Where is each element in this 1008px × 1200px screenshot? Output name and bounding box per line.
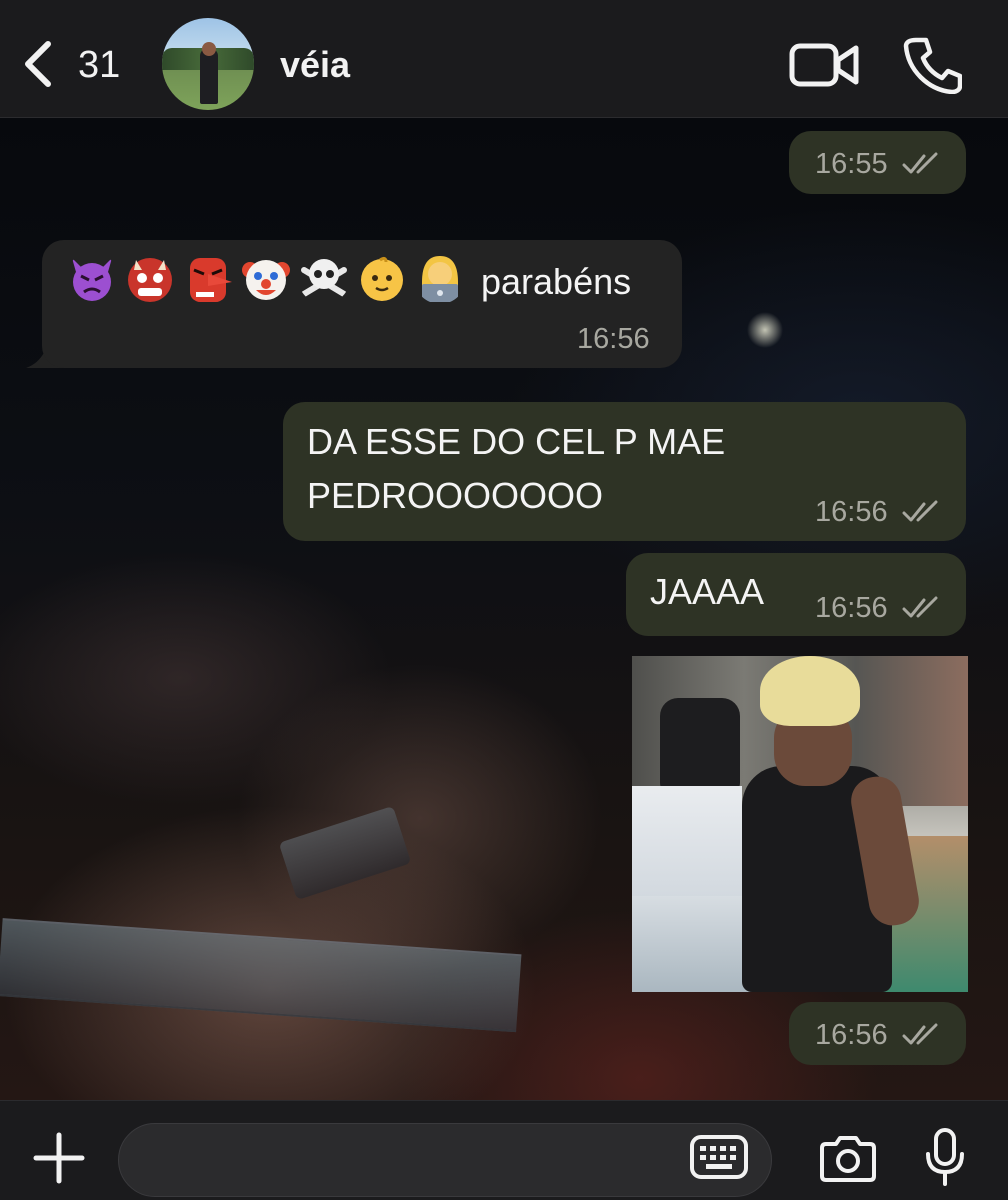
ogre-emoji-icon [128, 258, 172, 302]
baby-emoji-icon [361, 256, 403, 301]
clown-emoji-icon [242, 260, 290, 300]
message-text: JAAAA [650, 571, 765, 612]
emoji-row [66, 252, 466, 304]
read-receipt-icon [902, 596, 938, 618]
message-time: 16:56 [815, 1019, 888, 1051]
woman-technologist-emoji-icon [422, 256, 458, 302]
microphone-icon [926, 1128, 964, 1186]
message-input[interactable] [143, 1138, 683, 1184]
wallpaper-cuff-shape [278, 805, 412, 901]
camera-icon [820, 1136, 876, 1182]
goblin-emoji-icon [190, 258, 232, 302]
message-time: 16:55 [815, 148, 888, 180]
message-time: 16:56 [577, 323, 650, 355]
message-time: 16:56 [815, 592, 888, 624]
keyboard-toggle-button[interactable] [690, 1135, 748, 1179]
message-text-line-2: PEDROOOOOOO [307, 475, 604, 516]
back-button[interactable] [18, 38, 62, 90]
message-time: 16:56 [815, 496, 888, 528]
message-image[interactable] [632, 656, 968, 992]
message-text: parabéns [481, 261, 632, 302]
video-call-icon [789, 43, 859, 87]
avatar[interactable] [162, 18, 254, 110]
keyboard-icon [690, 1135, 748, 1179]
angry-devil-emoji-icon [72, 258, 112, 301]
plus-icon [33, 1132, 85, 1184]
chat-header: 31 véia [0, 0, 1008, 118]
wallpaper-belt-shape [0, 918, 522, 1033]
camera-button[interactable] [818, 1134, 878, 1182]
read-receipt-icon [902, 152, 938, 174]
read-receipt-icon [902, 1023, 938, 1045]
attach-button[interactable] [32, 1131, 86, 1185]
contact-name[interactable]: véia [280, 44, 350, 86]
voice-call-button[interactable] [902, 36, 963, 95]
voice-message-button[interactable] [922, 1128, 968, 1188]
message-input-box[interactable] [118, 1123, 772, 1197]
video-call-button[interactable] [788, 38, 860, 92]
skull-crossbones-emoji-icon [301, 259, 347, 297]
chevron-left-icon [25, 41, 51, 87]
message-text-line-1: DA ESSE DO CEL P MAE [307, 421, 726, 462]
unread-count[interactable]: 31 [78, 44, 120, 87]
phone-icon [903, 37, 963, 95]
read-receipt-icon [902, 500, 938, 522]
